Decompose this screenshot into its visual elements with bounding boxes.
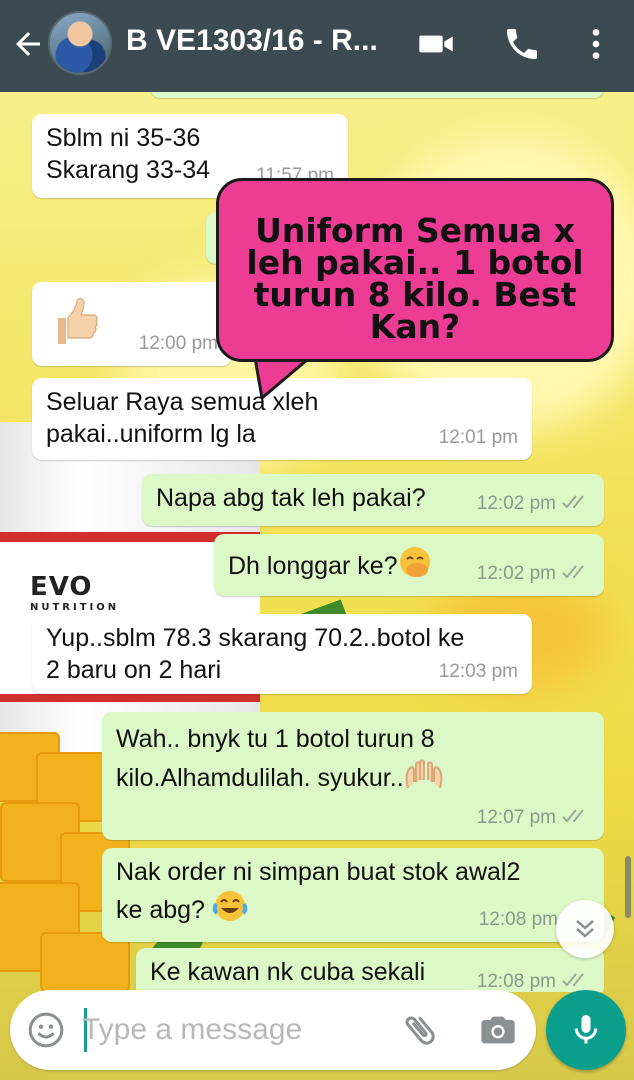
message-time: 12:03 pm bbox=[438, 661, 518, 682]
message-text: Wah.. bnyk tu 1 botol turun 8 kilo.Alham… bbox=[116, 725, 435, 792]
double-chevron-down-icon bbox=[576, 920, 594, 938]
message-time: 12:00 pm bbox=[138, 333, 218, 354]
message-bubble-outgoing[interactable]: Wah.. bnyk tu 1 botol turun 8 kilo.Alham… bbox=[102, 712, 604, 840]
avatar[interactable] bbox=[48, 11, 112, 75]
message-time: 12:02 pm bbox=[476, 563, 556, 584]
mic-icon bbox=[574, 1015, 598, 1044]
chat-title[interactable]: B VE1303/16 - R... bbox=[126, 24, 396, 58]
camera-icon[interactable] bbox=[478, 1010, 518, 1050]
message-bubble-outgoing[interactable]: Nak order ni simpan buat stok awal2 ke a… bbox=[102, 848, 604, 942]
message-text: Nak order ni simpan buat stok awal2 ke a… bbox=[116, 858, 521, 924]
scroll-to-bottom-button[interactable] bbox=[556, 900, 614, 958]
message-bubble-outgoing[interactable]: Ke kawan nk cuba sekali 12:08 pm bbox=[136, 948, 604, 992]
thumbs-up-icon bbox=[58, 297, 98, 344]
message-bubble-incoming[interactable]: 12:00 pm bbox=[32, 282, 232, 366]
palms-up-icon bbox=[405, 759, 442, 789]
double-check-icon bbox=[562, 565, 584, 579]
message-bubble-incoming[interactable]: Yup..sblm 78.3 skarang 70.2..botol ke 2 … bbox=[32, 614, 532, 694]
message-time: 12:08 pm bbox=[476, 971, 556, 992]
message-bubble-outgoing[interactable]: Napa abg tak leh pakai? 12:02 pm bbox=[142, 474, 604, 526]
attach-icon[interactable] bbox=[400, 1010, 440, 1050]
double-check-icon bbox=[562, 973, 584, 987]
callout-annotation: Uniform Semua x leh pakai.. 1 botol turu… bbox=[216, 178, 614, 362]
message-time: 12:08 pm bbox=[478, 909, 558, 930]
message-input-bar bbox=[10, 990, 536, 1070]
double-check-icon bbox=[562, 809, 584, 823]
message-time: 12:07 pm bbox=[476, 807, 556, 828]
chat-header: B VE1303/16 - R... bbox=[0, 0, 634, 92]
message-input[interactable] bbox=[82, 1008, 382, 1052]
emoji-icon[interactable] bbox=[26, 1010, 66, 1050]
message-time: 12:01 pm bbox=[438, 427, 518, 448]
message-bubble-outgoing[interactable]: Dh longgar ke? 12:02 pm bbox=[214, 534, 604, 596]
message-text: Dh longgar ke? bbox=[228, 552, 398, 580]
tears-of-joy-icon bbox=[212, 891, 248, 921]
mic-button[interactable] bbox=[546, 990, 626, 1070]
more-vert-icon[interactable] bbox=[574, 24, 618, 64]
callout-text: Uniform Semua x leh pakai.. 1 botol turu… bbox=[246, 211, 584, 346]
message-bubble-partial[interactable] bbox=[150, 92, 604, 98]
message-time: 12:02 pm bbox=[476, 493, 556, 514]
back-arrow-icon[interactable] bbox=[10, 26, 46, 62]
double-check-icon bbox=[562, 495, 584, 509]
scrollbar-thumb[interactable] bbox=[625, 856, 631, 918]
video-call-icon[interactable] bbox=[414, 24, 458, 64]
phone-icon[interactable] bbox=[500, 24, 544, 64]
face-hand-over-mouth-icon bbox=[399, 547, 430, 577]
